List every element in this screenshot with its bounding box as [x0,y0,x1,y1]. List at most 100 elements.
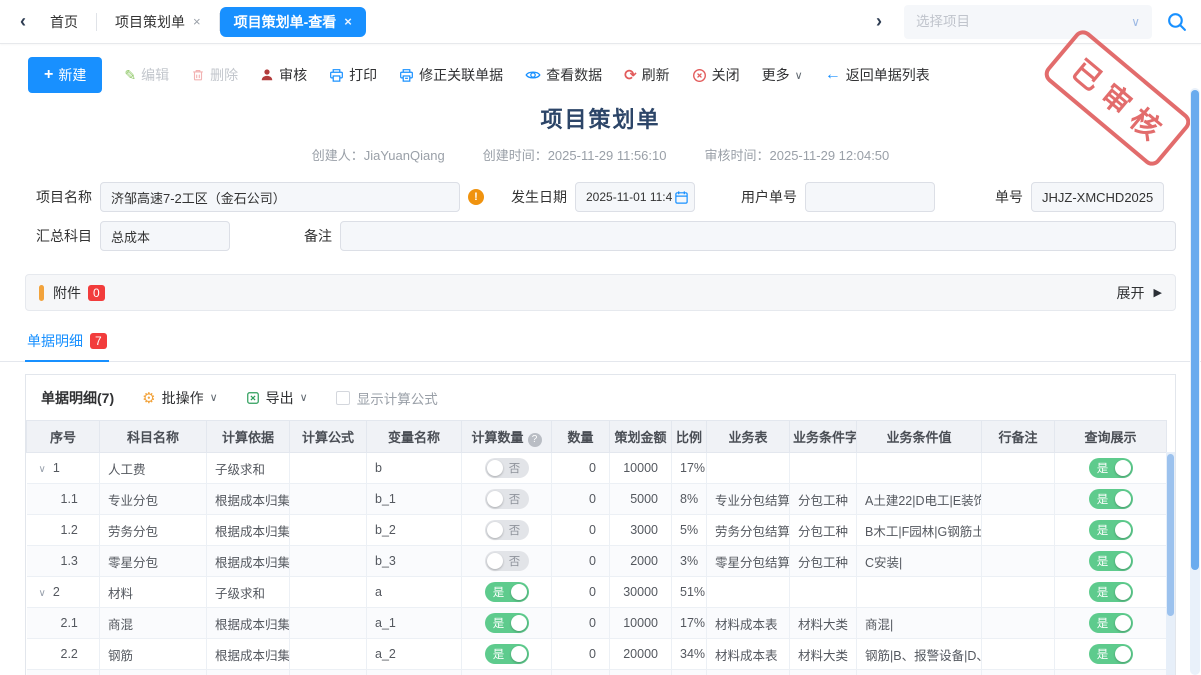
calc-qty-toggle[interactable]: 否 [485,458,529,478]
cell-amount: 5000 [610,484,672,515]
view-data-button[interactable]: 查看数据 [525,65,602,85]
attachment-label: 附件 [53,283,81,303]
table-vertical-scrollbar[interactable] [1166,452,1175,675]
doc-no-field[interactable] [1031,182,1164,212]
table-row[interactable]: ∨1人工费子级求和b否01000017%是 [27,453,1167,484]
column-header: 业务条件字段 [790,421,857,453]
cell-formula [290,453,367,484]
query-show-toggle[interactable]: 是 [1089,489,1133,509]
export-button[interactable]: 导出 ∨ [246,388,308,408]
trash-icon [191,68,205,82]
expand-chevron-icon[interactable]: ∨ [39,464,46,475]
more-button[interactable]: 更多 ∨ [762,65,803,85]
user-no-field[interactable] [805,182,935,212]
scrollbar-thumb[interactable] [1191,90,1199,570]
project-select-input[interactable] [916,14,1131,29]
query-show-toggle[interactable]: 是 [1089,520,1133,540]
project-name-field[interactable] [100,182,460,212]
table-row[interactable]: 2.1商混根据成本归集a_1是01000017%材料成本表材料大类商混|是 [27,608,1167,639]
calc-qty-toggle[interactable]: 是 [485,644,529,664]
query-show-toggle[interactable]: 是 [1089,551,1133,571]
calc-qty-toggle[interactable]: 是 [485,613,529,633]
plus-icon: + [44,69,53,81]
cell-qty: 0 [552,577,610,608]
tab-home[interactable]: 首页 [32,0,96,44]
refresh-button[interactable]: ⟳ 刷新 [624,65,670,85]
cell-variable: a_2 [367,639,462,670]
cell-biz-table [707,577,790,608]
cell-variable: a [367,577,462,608]
tab-close-icon[interactable]: × [344,14,352,29]
query-show-toggle[interactable]: 是 [1089,644,1133,664]
table-row[interactable]: 1.2劳务分包根据成本归集b_2否030005%劳务分包结算子表分包工种B木工|… [27,515,1167,546]
cell-calc-qty: 否 [462,670,552,675]
fix-linked-button[interactable]: 修正关联单据 [399,65,503,85]
export-label: 导出 [266,388,294,408]
expand-chevron-icon[interactable]: ∨ [39,588,46,599]
cell-subject: 其他费 [100,670,207,675]
project-select[interactable]: ∨ [904,5,1152,39]
remark-field[interactable] [340,221,1176,251]
print-button[interactable]: 打印 [329,65,377,85]
table-row[interactable]: 1.1专业分包根据成本归集b_1否050008%专业分包结算子表分包工种A土建2… [27,484,1167,515]
cell-biz-table: 材料成本表 [707,639,790,670]
scrollbar-thumb[interactable] [1167,454,1174,616]
query-show-toggle[interactable]: 是 [1089,613,1133,633]
cell-ratio: 5% [672,670,707,675]
page-vertical-scrollbar[interactable] [1190,88,1200,675]
show-formula-toggle[interactable]: 显示计算公式 [336,388,438,408]
calc-qty-toggle[interactable]: 否 [485,520,529,540]
table-row[interactable]: ∨2材料子级求和a是03000051%是 [27,577,1167,608]
cell-query-show: 是 [1055,453,1167,484]
cell-subject: 商混 [100,608,207,639]
cell-query-show: 是 [1055,670,1167,675]
cell-biz-value: C安装| [857,546,982,577]
calc-qty-toggle[interactable]: 否 [485,551,529,571]
back-to-list-button[interactable]: ← 返回单据列表 [825,65,930,85]
printer-icon [329,68,344,83]
cell-calc-qty: 否 [462,453,552,484]
calc-qty-toggle[interactable]: 是 [485,582,529,602]
checkbox-icon[interactable] [336,391,350,405]
attachment-count-badge: 0 [88,285,105,301]
cell-seq: ∨1 [27,453,100,484]
info-icon[interactable]: ! [468,189,484,205]
tab-close-icon[interactable]: × [193,14,201,29]
chevron-down-icon[interactable]: ∨ [1131,15,1140,29]
cell-row-remark [982,577,1055,608]
nav-back-chevron-icon[interactable]: ‹ [14,11,32,32]
detail-table-panel: 单据明细(7) ⚙ 批操作 ∨ 导出 ∨ 显示计算公式 序号科目名称计算依据计算… [25,374,1176,675]
table-row[interactable]: ∨3其他费子级求和c否030005%是 [27,670,1167,675]
cell-ratio: 8% [672,484,707,515]
edit-button[interactable]: ✎ 编辑 [124,65,169,85]
cell-biz-table: 劳务分包结算子表 [707,515,790,546]
nav-forward-chevron-icon[interactable]: › [870,11,888,32]
chevron-down-icon: ∨ [300,391,308,404]
delete-button[interactable]: 删除 [191,65,238,85]
table-row[interactable]: 1.3零星分包根据成本归集b_3否020003%零星分包结算子表分包工种C安装|… [27,546,1167,577]
query-show-toggle[interactable]: 是 [1089,582,1133,602]
query-show-toggle[interactable]: 是 [1089,458,1133,478]
column-header: 行备注 [982,421,1055,453]
cell-query-show: 是 [1055,639,1167,670]
creator: 创建人：JiaYuanQiang [312,145,445,164]
calendar-icon[interactable] [674,190,689,205]
summary-subject-field[interactable] [100,221,230,251]
help-icon[interactable]: ? [528,433,542,447]
cell-amount: 10000 [610,453,672,484]
table-row[interactable]: 2.2钢筋根据成本归集a_2是02000034%材料成本表材料大类钢筋|B、报警… [27,639,1167,670]
calc-qty-toggle[interactable]: 否 [485,489,529,509]
pencil-icon: ✎ [124,67,136,84]
tab-label: 项目策划单-查看 [234,12,337,32]
tab-project-plan-list[interactable]: 项目策划单 × [97,0,219,44]
close-button[interactable]: 关闭 [692,65,740,85]
search-icon[interactable] [1166,11,1187,32]
new-button[interactable]: + 新建 [28,57,102,93]
batch-actions-button[interactable]: ⚙ 批操作 ∨ [142,388,218,408]
tab-project-plan-view[interactable]: 项目策划单-查看 × [220,7,366,37]
column-header: 策划金额 [610,421,672,453]
tab-detail-lines[interactable]: 单据明细 7 [25,326,109,362]
expand-button[interactable]: 展开 ▶ [1117,283,1162,303]
attachment-bar[interactable]: 附件 0 展开 ▶ [25,274,1176,311]
audit-button[interactable]: 审核 [260,65,307,85]
